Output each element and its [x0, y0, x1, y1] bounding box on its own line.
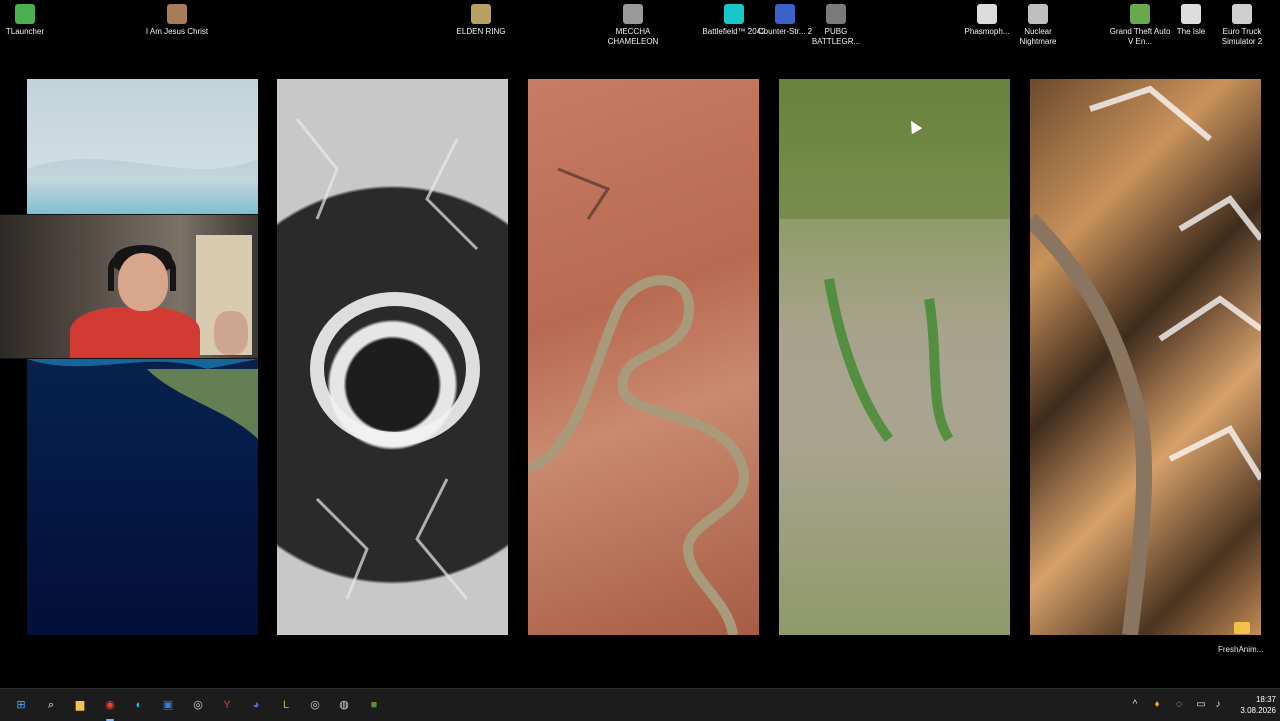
desktop-icon-label: I Am Jesus Christ [145, 27, 209, 36]
desktop-icon-label: TLauncher [5, 27, 45, 36]
folder-icon[interactable]: ▆ [70, 695, 90, 715]
taskbar: ⊞ ⌕ ▆ ◉ ◐ ▣ ◎ Y ◕ L ◎ ◍ ■ ^ ♦ ◌ ▭ ♪ 18:3… [0, 688, 1280, 721]
tlauncher-icon [15, 4, 35, 24]
desktop-icon-label: PUBG BATTLEGR... [811, 27, 861, 46]
pubg-icon [826, 4, 846, 24]
desktop-icon-i-am-jesus-christ[interactable]: I Am Jesus Christ [145, 4, 209, 37]
desktop-icon-label: Nuclear Nightmare [1019, 27, 1057, 46]
folder-icon[interactable] [1234, 622, 1250, 634]
volume-icon[interactable]: ♪ [1211, 698, 1225, 712]
chameleon-icon [623, 4, 643, 24]
obs-icon[interactable]: ◍ [334, 695, 354, 715]
chevron-up-icon[interactable]: ^ [1128, 698, 1142, 712]
desktop: TLauncher I Am Jesus Christ ELDEN RING M… [0, 0, 1280, 688]
clock-time: 18:37 [1255, 695, 1276, 704]
satellite-mountains [1030, 79, 1261, 635]
webcam-overlay [0, 214, 258, 359]
counter-strike-icon [775, 4, 795, 24]
desktop-icon-meccha-chameleon[interactable]: MECCHA CHAMELEON [601, 4, 665, 47]
network-icon[interactable]: ◌ [1172, 698, 1186, 712]
desktop-icon-pubg[interactable]: PUBG BATTLEGR... [804, 4, 868, 47]
live-icon[interactable]: L [276, 695, 296, 715]
microphone-icon[interactable]: ♦ [1150, 698, 1164, 712]
discord-icon[interactable]: ◕ [246, 695, 266, 715]
steam-icon[interactable]: ◎ [188, 695, 208, 715]
desktop-icon-label: ELDEN RING [456, 27, 506, 36]
jesus-game-icon [167, 4, 187, 24]
desktop-file-label[interactable]: FreshAnim... [1218, 645, 1263, 654]
desktop-icon-tlauncher[interactable]: TLauncher [0, 4, 57, 37]
gta-icon [1130, 4, 1150, 24]
phasmophobia-icon [977, 4, 997, 24]
desktop-icon-euro-truck-simulator-2[interactable]: Euro Truck Simulator 2 [1210, 4, 1274, 47]
desktop-icon-elden-ring[interactable]: ELDEN RING [449, 4, 513, 37]
satellite-river-canyon [528, 79, 759, 635]
euro-truck-icon [1232, 4, 1252, 24]
chrome-icon[interactable]: ◉ [100, 695, 120, 721]
search-icon[interactable]: ⌕ [41, 695, 61, 715]
desktop-icon-label: MECCHA CHAMELEON [607, 27, 659, 46]
minecraft-icon[interactable]: ■ [364, 695, 384, 715]
nuclear-nightmare-icon [1028, 4, 1048, 24]
clock[interactable]: 18:37 3.08.2026 [1230, 694, 1276, 716]
steam-icon[interactable]: ◎ [305, 695, 325, 715]
the-isle-icon [1181, 4, 1201, 24]
display-icon[interactable]: ▭ [1194, 698, 1208, 712]
satellite-green-plains [779, 79, 1010, 635]
store-icon[interactable]: ▣ [158, 695, 178, 715]
yandex-icon[interactable]: Y [217, 695, 237, 715]
battlefield-icon [724, 4, 744, 24]
edge-icon[interactable]: ◐ [129, 695, 149, 715]
desktop-icon-label: Euro Truck Simulator 2 [1221, 27, 1263, 46]
elden-ring-icon [471, 4, 491, 24]
windows-icon[interactable]: ⊞ [11, 695, 31, 715]
desktop-icon-nuclear-nightmare[interactable]: Nuclear Nightmare [1006, 4, 1070, 47]
satellite-crater-snow [277, 79, 508, 635]
clock-date: 3.08.2026 [1240, 706, 1276, 715]
